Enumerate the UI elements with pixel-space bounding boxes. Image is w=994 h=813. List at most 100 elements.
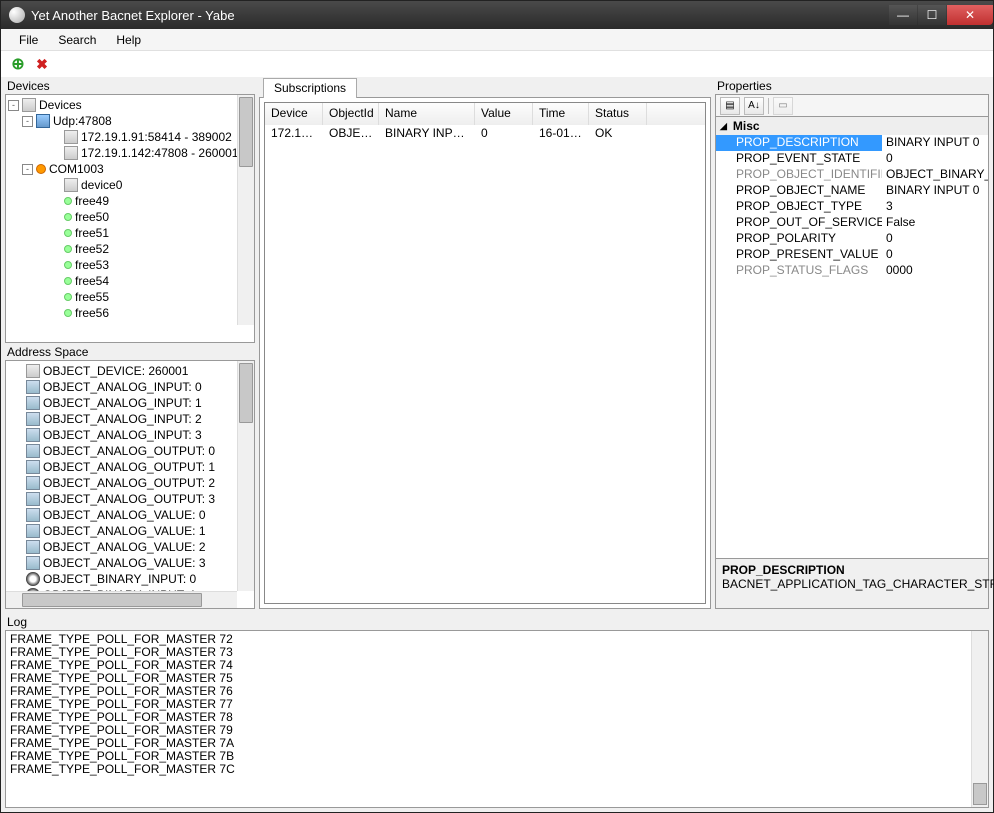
address-item-12[interactable]: OBJECT_ANALOG_VALUE: 3 bbox=[8, 555, 252, 571]
expand-icon[interactable]: - bbox=[22, 116, 33, 127]
maximize-button[interactable]: ☐ bbox=[918, 5, 946, 25]
tree-com-child-3[interactable]: free51 bbox=[8, 225, 252, 241]
sub-header-device[interactable]: Device bbox=[265, 103, 323, 125]
tree-com[interactable]: -COM1003 bbox=[8, 161, 252, 177]
address-item-0[interactable]: OBJECT_DEVICE: 260001 bbox=[8, 363, 252, 379]
address-item-10[interactable]: OBJECT_ANALOG_VALUE: 1 bbox=[8, 523, 252, 539]
add-button[interactable]: ⊕ bbox=[9, 55, 27, 73]
prop-value[interactable]: OBJECT_BINARY_I bbox=[882, 167, 988, 183]
properties-toolbar: ▤ A↓ ▭ bbox=[715, 94, 989, 116]
free-icon bbox=[64, 245, 72, 253]
sub-header-time[interactable]: Time bbox=[533, 103, 589, 125]
tree-root-devices[interactable]: -Devices bbox=[8, 97, 252, 113]
prop-value[interactable]: BINARY INPUT 0 bbox=[882, 135, 988, 151]
address-item-8[interactable]: OBJECT_ANALOG_OUTPUT: 3 bbox=[8, 491, 252, 507]
address-item-6[interactable]: OBJECT_ANALOG_OUTPUT: 1 bbox=[8, 459, 252, 475]
net-icon bbox=[36, 114, 50, 128]
properties-grid[interactable]: ◢ Misc PROP_DESCRIPTIONBINARY INPUT 0PRO… bbox=[715, 116, 989, 559]
prop-value[interactable]: 0 bbox=[882, 151, 988, 167]
tree-node-label: OBJECT_ANALOG_INPUT: 2 bbox=[43, 412, 202, 426]
free-icon bbox=[64, 261, 72, 269]
free-icon bbox=[64, 197, 72, 205]
prop-pages-button[interactable]: ▭ bbox=[773, 97, 793, 115]
sub-header-objectid[interactable]: ObjectId bbox=[323, 103, 379, 125]
address-item-1[interactable]: OBJECT_ANALOG_INPUT: 0 bbox=[8, 379, 252, 395]
tree-udp-child-1[interactable]: 172.19.1.142:47808 - 260001 bbox=[8, 145, 252, 161]
prop-row-prop_description[interactable]: PROP_DESCRIPTIONBINARY INPUT 0 bbox=[716, 135, 988, 151]
address-item-11[interactable]: OBJECT_ANALOG_VALUE: 2 bbox=[8, 539, 252, 555]
prop-value[interactable]: 0 bbox=[882, 231, 988, 247]
dev-icon bbox=[22, 98, 36, 112]
sub-cell[interactable]: 16-01-2... bbox=[533, 125, 589, 143]
address-label: Address Space bbox=[5, 343, 255, 360]
tree-com-child-1[interactable]: free49 bbox=[8, 193, 252, 209]
prop-row-prop_object_type[interactable]: PROP_OBJECT_TYPE3 bbox=[716, 199, 988, 215]
tree-com-child-2[interactable]: free50 bbox=[8, 209, 252, 225]
address-tree[interactable]: OBJECT_DEVICE: 260001OBJECT_ANALOG_INPUT… bbox=[5, 360, 255, 609]
prop-value[interactable]: BINARY INPUT 0 bbox=[882, 183, 988, 199]
sub-cell[interactable]: 0 bbox=[475, 125, 533, 143]
menu-help[interactable]: Help bbox=[106, 31, 151, 49]
tab-subscriptions[interactable]: Subscriptions bbox=[263, 78, 357, 98]
address-vscrollbar[interactable] bbox=[237, 361, 254, 591]
address-item-9[interactable]: OBJECT_ANALOG_VALUE: 0 bbox=[8, 507, 252, 523]
tree-node-label: free54 bbox=[75, 274, 109, 288]
delete-button[interactable]: ✖ bbox=[33, 55, 51, 73]
obj-icon bbox=[26, 492, 40, 506]
prop-categorized-button[interactable]: ▤ bbox=[720, 97, 740, 115]
tree-com-child-0[interactable]: device0 bbox=[8, 177, 252, 193]
log-scrollbar[interactable] bbox=[971, 631, 988, 807]
sub-header-status[interactable]: Status bbox=[589, 103, 647, 125]
prop-sort-button[interactable]: A↓ bbox=[744, 97, 764, 115]
sub-cell[interactable]: 172.19.1... bbox=[265, 125, 323, 143]
subscriptions-table[interactable]: DeviceObjectIdNameValueTimeStatus 172.19… bbox=[264, 102, 706, 604]
tree-com-child-5[interactable]: free53 bbox=[8, 257, 252, 273]
devices-scrollbar[interactable] bbox=[237, 95, 254, 325]
sub-cell[interactable]: OBJEC... bbox=[323, 125, 379, 143]
tree-com-child-7[interactable]: free55 bbox=[8, 289, 252, 305]
prop-row-prop_present_value[interactable]: PROP_PRESENT_VALUE0 bbox=[716, 247, 988, 263]
prop-category-label: Misc bbox=[733, 119, 760, 133]
properties-description: PROP_DESCRIPTION BACNET_APPLICATION_TAG_… bbox=[715, 559, 989, 609]
close-button[interactable]: ✕ bbox=[947, 5, 993, 25]
sub-cell[interactable]: OK bbox=[589, 125, 647, 143]
prop-value[interactable]: 0 bbox=[882, 247, 988, 263]
prop-row-prop_object_identifier[interactable]: PROP_OBJECT_IDENTIFIEROBJECT_BINARY_I bbox=[716, 167, 988, 183]
expand-icon[interactable]: - bbox=[8, 100, 19, 111]
minimize-button[interactable]: — bbox=[889, 5, 917, 25]
devices-tree[interactable]: -Devices-Udp:47808172.19.1.91:58414 - 38… bbox=[5, 94, 255, 343]
prop-row-prop_object_name[interactable]: PROP_OBJECT_NAMEBINARY INPUT 0 bbox=[716, 183, 988, 199]
menu-search[interactable]: Search bbox=[48, 31, 106, 49]
obj-icon bbox=[26, 524, 40, 538]
prop-row-prop_out_of_service[interactable]: PROP_OUT_OF_SERVICEFalse bbox=[716, 215, 988, 231]
tree-udp-child-0[interactable]: 172.19.1.91:58414 - 389002 bbox=[8, 129, 252, 145]
tree-node-label: OBJECT_ANALOG_OUTPUT: 2 bbox=[43, 476, 215, 490]
address-item-5[interactable]: OBJECT_ANALOG_OUTPUT: 0 bbox=[8, 443, 252, 459]
prop-category-misc[interactable]: ◢ Misc bbox=[716, 117, 988, 135]
address-hscrollbar[interactable] bbox=[6, 591, 237, 608]
address-item-13[interactable]: OBJECT_BINARY_INPUT: 0 bbox=[8, 571, 252, 587]
prop-value[interactable]: False bbox=[882, 215, 988, 231]
address-item-7[interactable]: OBJECT_ANALOG_OUTPUT: 2 bbox=[8, 475, 252, 491]
expand-icon[interactable]: - bbox=[22, 164, 33, 175]
prop-value[interactable]: 3 bbox=[882, 199, 988, 215]
address-item-3[interactable]: OBJECT_ANALOG_INPUT: 2 bbox=[8, 411, 252, 427]
sub-header-name[interactable]: Name bbox=[379, 103, 475, 125]
menu-file[interactable]: File bbox=[9, 31, 48, 49]
prop-row-prop_event_state[interactable]: PROP_EVENT_STATE0 bbox=[716, 151, 988, 167]
prop-row-prop_status_flags[interactable]: PROP_STATUS_FLAGS0000 bbox=[716, 263, 988, 279]
prop-value[interactable]: 0000 bbox=[882, 263, 988, 279]
address-item-4[interactable]: OBJECT_ANALOG_INPUT: 3 bbox=[8, 427, 252, 443]
tree-node-label: free51 bbox=[75, 226, 109, 240]
collapse-icon: ◢ bbox=[720, 121, 727, 132]
tree-com-child-4[interactable]: free52 bbox=[8, 241, 252, 257]
tree-com-child-6[interactable]: free54 bbox=[8, 273, 252, 289]
sub-cell[interactable]: BINARY INPU... bbox=[379, 125, 475, 143]
log-box[interactable]: FRAME_TYPE_POLL_FOR_MASTER 72FRAME_TYPE_… bbox=[5, 630, 989, 808]
tree-udp[interactable]: -Udp:47808 bbox=[8, 113, 252, 129]
address-item-2[interactable]: OBJECT_ANALOG_INPUT: 1 bbox=[8, 395, 252, 411]
sub-header-value[interactable]: Value bbox=[475, 103, 533, 125]
tree-com-child-8[interactable]: free56 bbox=[8, 305, 252, 321]
titlebar[interactable]: Yet Another Bacnet Explorer - Yabe — ☐ ✕ bbox=[1, 1, 993, 29]
prop-row-prop_polarity[interactable]: PROP_POLARITY0 bbox=[716, 231, 988, 247]
